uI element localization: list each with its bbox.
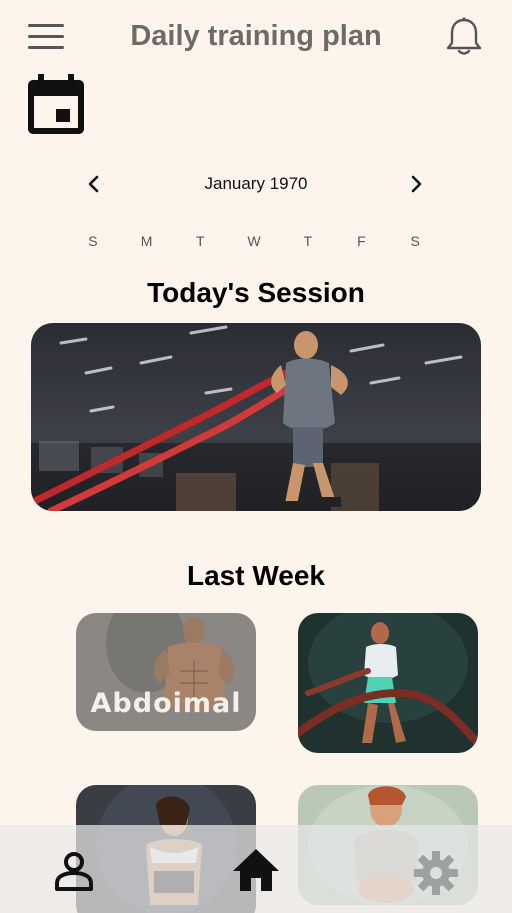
home-icon[interactable] xyxy=(231,847,281,893)
weekday-label: T xyxy=(196,233,205,249)
workout-card-abdominal[interactable]: Abdoimal xyxy=(76,613,256,731)
weekday-label: S xyxy=(88,233,98,249)
calendar-icon xyxy=(28,74,84,134)
weekday-label: S xyxy=(410,233,420,249)
workout-card-battle-ropes[interactable] xyxy=(298,613,478,753)
card-label: Abdoimal xyxy=(90,688,242,719)
month-label: January 1970 xyxy=(204,174,308,193)
last-week-title: Last Week xyxy=(187,560,325,591)
month-navigator: January 1970 xyxy=(0,170,512,198)
bell-icon[interactable] xyxy=(444,16,484,58)
weekday-label: T xyxy=(303,233,313,249)
weekday-label: M xyxy=(140,233,153,249)
profile-icon[interactable] xyxy=(52,849,96,893)
chevron-right-icon[interactable] xyxy=(404,172,428,196)
bottom-navigation xyxy=(0,825,512,913)
app-header: Daily training plan xyxy=(0,0,512,76)
today-session-title: Today's Session xyxy=(147,277,365,308)
weekday-label: W xyxy=(247,233,261,249)
settings-icon[interactable] xyxy=(412,849,460,897)
weekday-header: S M T W T F S xyxy=(66,233,442,249)
weekday-label: F xyxy=(357,233,366,249)
page-title: Daily training plan xyxy=(130,20,382,52)
today-session-image[interactable] xyxy=(31,323,481,511)
